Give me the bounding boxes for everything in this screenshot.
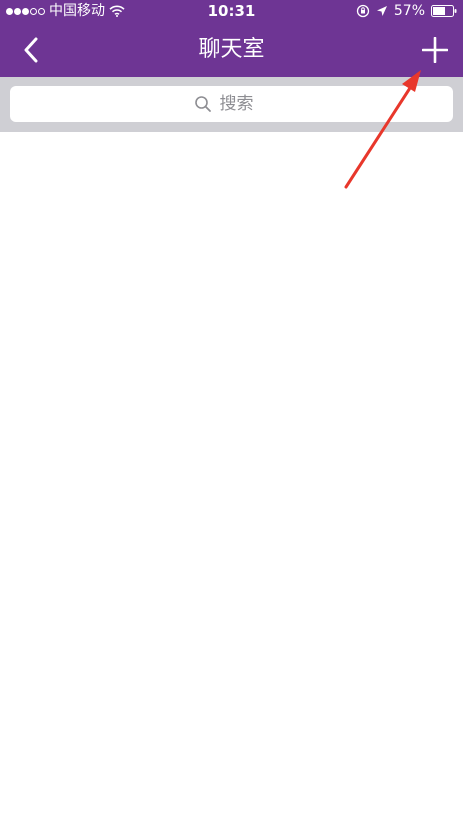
page-title: 聊天室 xyxy=(198,37,265,62)
search-box[interactable] xyxy=(10,86,453,122)
chat-room-list xyxy=(0,132,463,824)
rotation-lock-icon xyxy=(356,4,370,18)
nav-bar: 聊天室 xyxy=(0,22,463,77)
header: 中国移动 10:31 57% 聊天室 xyxy=(0,0,463,77)
status-right: 57% xyxy=(356,0,457,22)
battery-icon xyxy=(431,5,457,17)
search-area xyxy=(0,77,463,132)
chat-room-screen: 中国移动 10:31 57% 聊天室 搜索 xyxy=(0,0,463,824)
battery-percent: 57% xyxy=(393,3,425,19)
location-icon xyxy=(376,6,387,16)
search-input[interactable] xyxy=(219,94,270,114)
add-button[interactable] xyxy=(417,32,453,68)
plus-icon xyxy=(422,37,448,63)
status-bar: 中国移动 10:31 57% xyxy=(0,0,463,22)
search-icon xyxy=(194,96,211,112)
